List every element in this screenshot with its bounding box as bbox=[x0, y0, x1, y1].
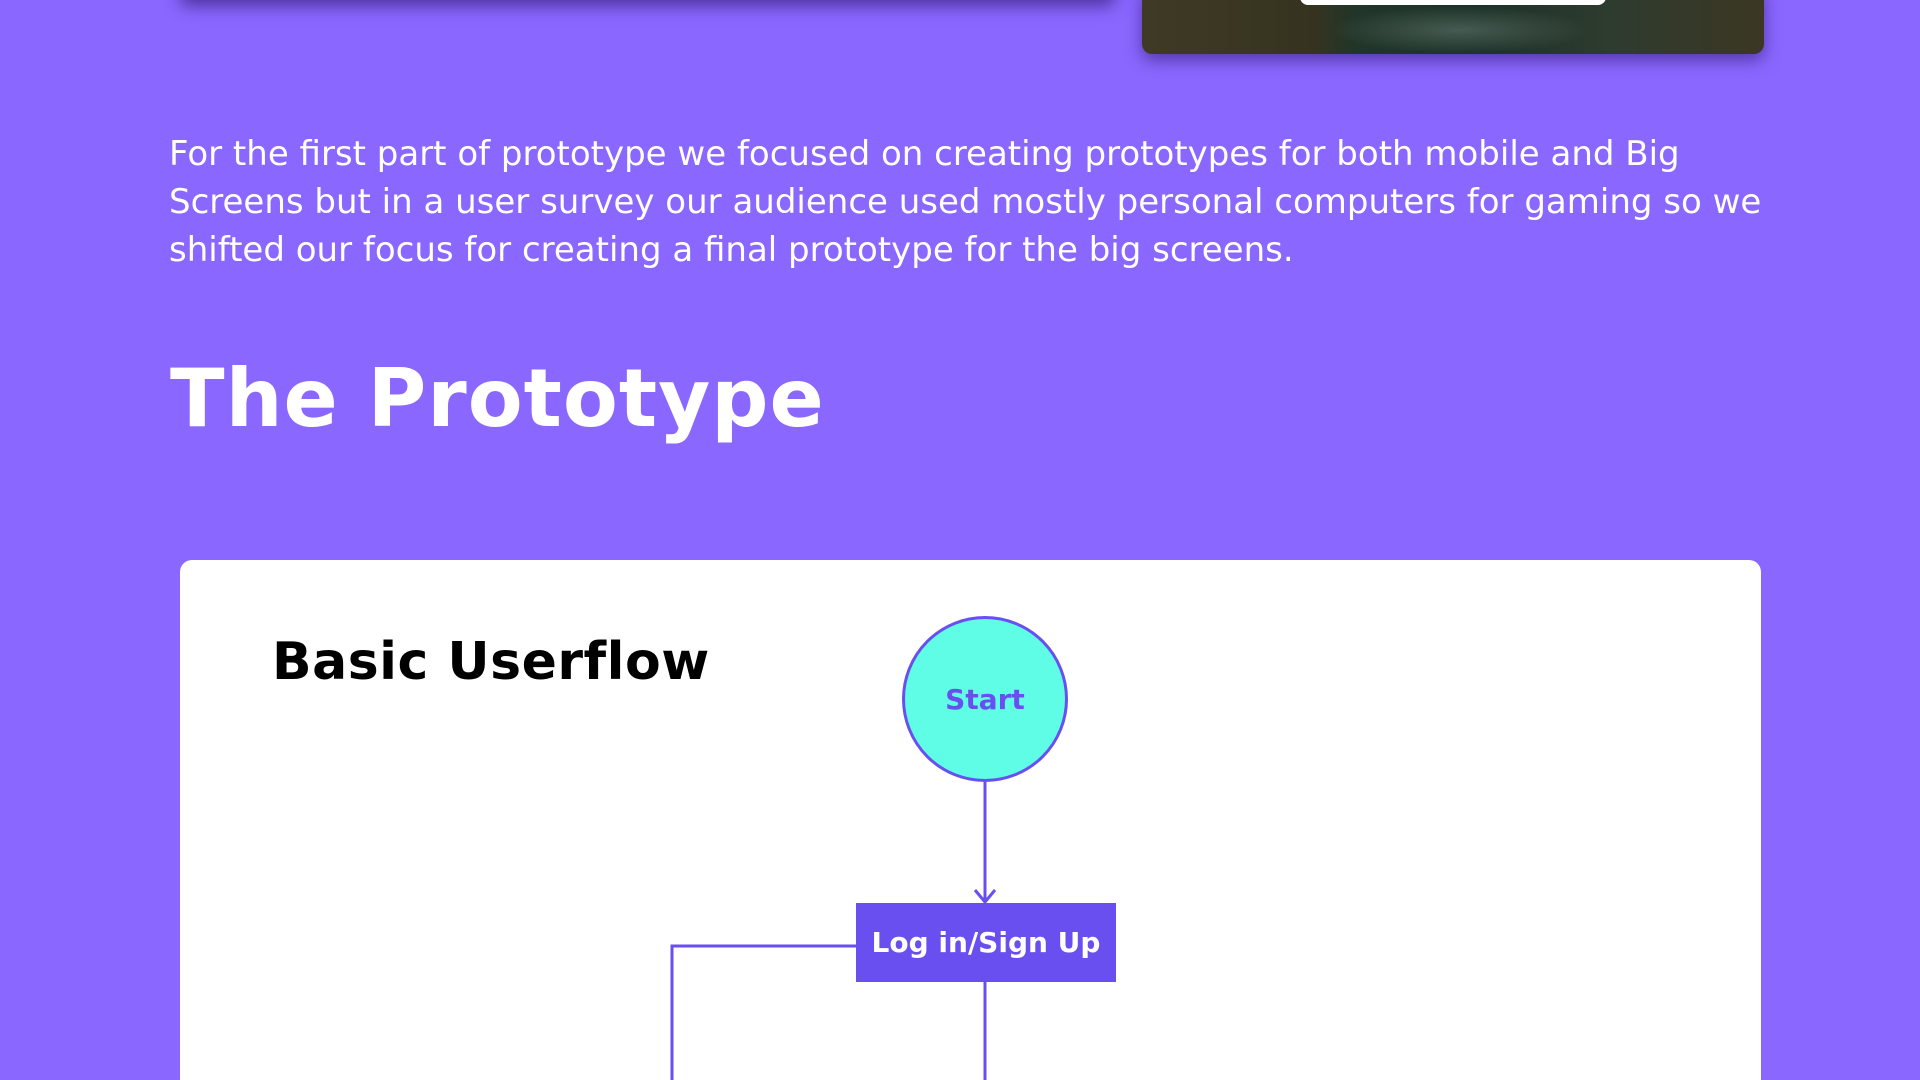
userflow-diagram-card: Basic Userflow Start Log in/Sign Up bbox=[180, 560, 1761, 1080]
top-image-card-right bbox=[1142, 0, 1764, 54]
image-detail bbox=[1330, 6, 1590, 54]
intro-paragraph: For the first part of prototype we focus… bbox=[169, 134, 1762, 270]
section-heading: The Prototype bbox=[170, 352, 825, 445]
flow-node-login-label: Log in/Sign Up bbox=[871, 926, 1101, 959]
diagram-title: Basic Userflow bbox=[272, 632, 710, 692]
flow-node-start-label: Start bbox=[945, 682, 1025, 716]
flow-node-start: Start bbox=[902, 616, 1068, 782]
connector-login-left-branch bbox=[670, 944, 856, 1080]
image-overlay-bar bbox=[1300, 0, 1606, 5]
flow-node-login-signup: Log in/Sign Up bbox=[856, 903, 1116, 982]
